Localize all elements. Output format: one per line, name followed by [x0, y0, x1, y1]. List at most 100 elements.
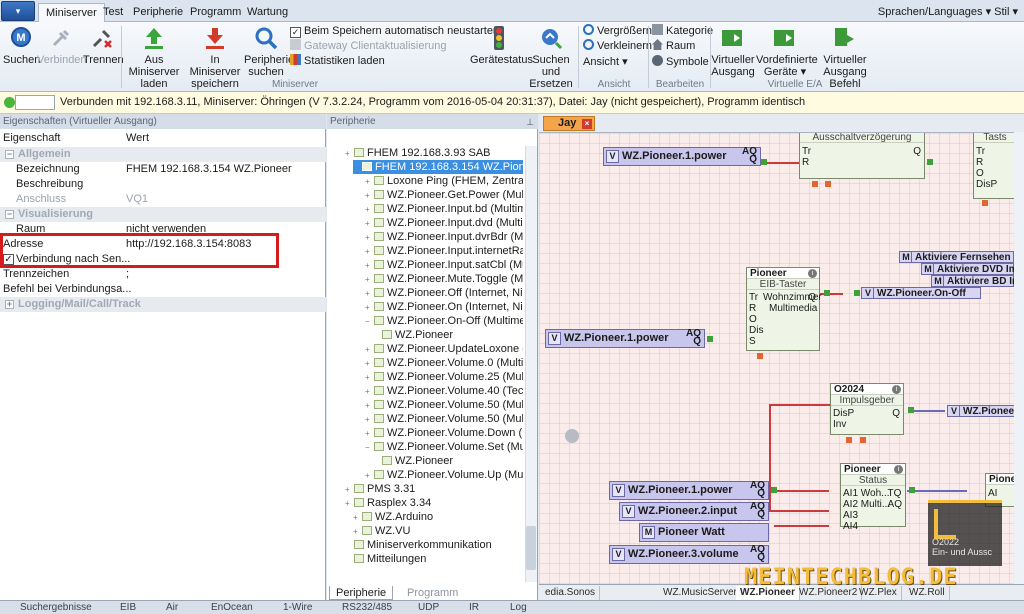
tab-log[interactable]: Log	[510, 602, 527, 613]
expand-icon[interactable]: +	[365, 259, 374, 272]
status-input[interactable]	[15, 95, 55, 110]
tree-scrollbar-thumb[interactable]	[526, 526, 536, 570]
tree-item[interactable]: + WZ.Pioneer.Volume.25 (Multimed	[365, 370, 523, 384]
tree-item[interactable]: + WZ.Pioneer.Volume.Down (Multi	[365, 426, 523, 440]
app-menu-button[interactable]: ▾	[1, 1, 35, 21]
auto-restart-checkbox[interactable]: ✓ Beim Speichern automatisch neustarten	[290, 24, 499, 38]
tree-item[interactable]: + Loxone Ping (FHEM, Zentral)	[365, 174, 523, 188]
tree-item[interactable]: + FHEM 192.168.3.93 SAB	[345, 146, 523, 160]
tree-item[interactable]: + WZ.Pioneer.Volume.Up (Multime	[365, 468, 523, 482]
expand-icon[interactable]: +	[365, 231, 374, 244]
tree-item[interactable]: + WZ.VU	[353, 524, 523, 538]
function-block-off-delay[interactable]: Ausschaltverzögerung Tr R Q	[799, 133, 925, 179]
value-trennzeichen[interactable]: ;	[126, 267, 129, 282]
search-replace-button[interactable]: Suchen und Ersetzen	[525, 25, 577, 90]
tab-air[interactable]: Air	[166, 602, 178, 613]
pin-icon[interactable]: ⊥	[526, 115, 534, 130]
collapse-icon[interactable]: −	[5, 150, 14, 159]
expand-icon[interactable]: +	[365, 287, 374, 300]
tab-udp[interactable]: UDP	[418, 602, 439, 613]
expand-icon[interactable]: +	[345, 483, 354, 496]
expand-icon[interactable]: +	[353, 525, 362, 538]
close-icon[interactable]: ×	[582, 119, 592, 129]
zoom-in-button[interactable]: Vergrößern	[583, 24, 652, 38]
collapse-icon[interactable]: −	[5, 210, 14, 219]
info-icon[interactable]: i	[892, 385, 901, 394]
expand-icon[interactable]: +	[365, 371, 374, 384]
tree-item[interactable]: + WZ.Arduino	[353, 510, 523, 524]
virtual-output-button[interactable]: Virtueller Ausgang	[711, 25, 755, 78]
row-trennzeichen[interactable]: Trennzeichen;	[0, 267, 326, 282]
expand-icon[interactable]: +	[365, 357, 374, 370]
function-block-status[interactable]: Pioneer i Status AI1 Woh... AI2 Multi...…	[840, 463, 906, 532]
tree-item[interactable]: + Rasplex 3.34	[345, 496, 523, 510]
expand-icon[interactable]: +	[365, 413, 374, 426]
tab-programm-bottom[interactable]: Programm	[401, 586, 464, 600]
category-button[interactable]: Kategorie	[652, 24, 713, 38]
collapse-icon[interactable]: −	[365, 441, 374, 454]
tree-item[interactable]: + WZ.Pioneer.Mute.Toggle (Multim	[365, 272, 523, 286]
row-befehl[interactable]: Befehl bei Verbindungsa...	[0, 282, 326, 297]
info-icon[interactable]: i	[894, 465, 903, 474]
zoom-out-button[interactable]: Verkleinern	[583, 39, 652, 53]
command-block[interactable]: M Aktiviere Fernsehen In	[899, 251, 1014, 263]
tree-item[interactable]: + WZ.Pioneer.Volume.50 (Multime	[365, 398, 523, 412]
group-visualisierung[interactable]: − Visualisierung	[0, 207, 326, 222]
tree-item-selected[interactable]: − FHEM 192.168.3.154 WZ.Pioneer	[353, 160, 523, 174]
command-block[interactable]: MAktiviere DVD Imp	[921, 263, 1014, 275]
row-bezeichnung[interactable]: Bezeichnung FHEM 192.168.3.154 WZ.Pioneer	[0, 162, 326, 177]
expand-icon[interactable]: +	[345, 497, 354, 510]
tab-peripherie-bottom[interactable]: Peripherie	[329, 586, 394, 600]
tree-item[interactable]: + WZ.Pioneer.Input.satCbl (Multim	[365, 258, 523, 272]
tab-enocean[interactable]: EnOcean	[211, 602, 253, 613]
tab-peripherie[interactable]: Peripherie	[126, 3, 190, 22]
function-block-pulse-generator[interactable]: O2024 i Impulsgeber DisP Inv Q	[830, 383, 904, 435]
expand-icon[interactable]: +	[365, 399, 374, 412]
tree-scrollbar[interactable]	[525, 146, 537, 582]
tree-item[interactable]: WZ.Pioneer	[373, 328, 523, 342]
expand-icon[interactable]: +	[365, 385, 374, 398]
input-block[interactable]: V WZ.Pioneer.3.volume AQ Q	[609, 545, 769, 564]
tree-item[interactable]: + WZ.Pioneer.Input.dvd (Multimed	[365, 216, 523, 230]
expand-icon[interactable]: +	[365, 217, 374, 230]
document-tab[interactable]: Jay ×	[543, 116, 595, 131]
tab-1wire[interactable]: 1-Wire	[283, 602, 312, 613]
tree-item[interactable]: + WZ.Pioneer.On (Internet, Nicht z	[365, 300, 523, 314]
symbols-button[interactable]: Symbole	[652, 55, 709, 69]
tab-programm[interactable]: Programm	[183, 3, 248, 22]
expand-icon[interactable]: +	[365, 189, 374, 202]
language-style-menu[interactable]: Sprachen/Languages ▾ Stil ▾	[878, 5, 1018, 18]
expand-icon[interactable]: +	[365, 427, 374, 440]
tree-item[interactable]: + WZ.Pioneer.Volume.0 (Multimed	[365, 356, 523, 370]
output-block[interactable]: V WZ.Pionee	[947, 405, 1014, 417]
tree-item[interactable]: − WZ.Pioneer.Volume.Set (Multime	[365, 440, 523, 454]
expand-icon[interactable]: +	[365, 469, 374, 482]
expand-icon[interactable]: +	[365, 245, 374, 258]
function-block-eib-taster[interactable]: Pioneer i EIB-Taster Tr R O Dis S Wohnzimmer…	[746, 267, 822, 351]
tree-item[interactable]: + WZ.Pioneer.UpdateLoxone (Weih	[365, 342, 523, 356]
tree-item[interactable]: + WZ.Pioneer.Volume.50 (Multime	[365, 412, 523, 426]
tree-item[interactable]: Miniserverkommunikation	[345, 538, 523, 552]
function-block-tasts[interactable]: Tasts Tr R O DisP	[973, 133, 1014, 199]
search-peripherals-button[interactable]: Peripherie suchen	[244, 25, 294, 78]
tab-suchergebnisse[interactable]: Suchergebnisse	[20, 602, 92, 613]
expand-icon[interactable]: +	[353, 511, 362, 524]
group-logging[interactable]: + Logging/Mail/Call/Track	[0, 297, 326, 312]
input-block[interactable]: V WZ.Pioneer.1.power AQ Q	[603, 147, 761, 166]
gateway-update-button[interactable]: Gateway Clientaktualisierung	[290, 39, 446, 53]
tree-item[interactable]: − WZ.Pioneer.On-Off (Multimedia,	[365, 314, 523, 328]
command-block[interactable]: M Aktiviere BD In	[931, 275, 1014, 287]
tab-wartung[interactable]: Wartung	[240, 3, 295, 22]
search-button[interactable]: M Suchen	[3, 25, 40, 66]
expand-icon[interactable]: +	[5, 300, 14, 309]
canvas-scrollbar[interactable]	[1014, 132, 1024, 584]
tree-item[interactable]: WZ.Pioneer	[373, 454, 523, 468]
device-status-button[interactable]: Gerätestatus	[470, 25, 533, 66]
tab-rs232[interactable]: RS232/485	[342, 602, 392, 613]
tree-item[interactable]: + WZ.Pioneer.Input.dvrBdr (Multim	[365, 230, 523, 244]
tree-item[interactable]: + WZ.Pioneer.Get.Power (Multimed	[365, 188, 523, 202]
expand-icon[interactable]: +	[365, 175, 374, 188]
value-bezeichnung[interactable]: FHEM 192.168.3.154 WZ.Pioneer	[126, 162, 292, 177]
expand-icon[interactable]: +	[365, 301, 374, 314]
tab-eib[interactable]: EIB	[120, 602, 136, 613]
